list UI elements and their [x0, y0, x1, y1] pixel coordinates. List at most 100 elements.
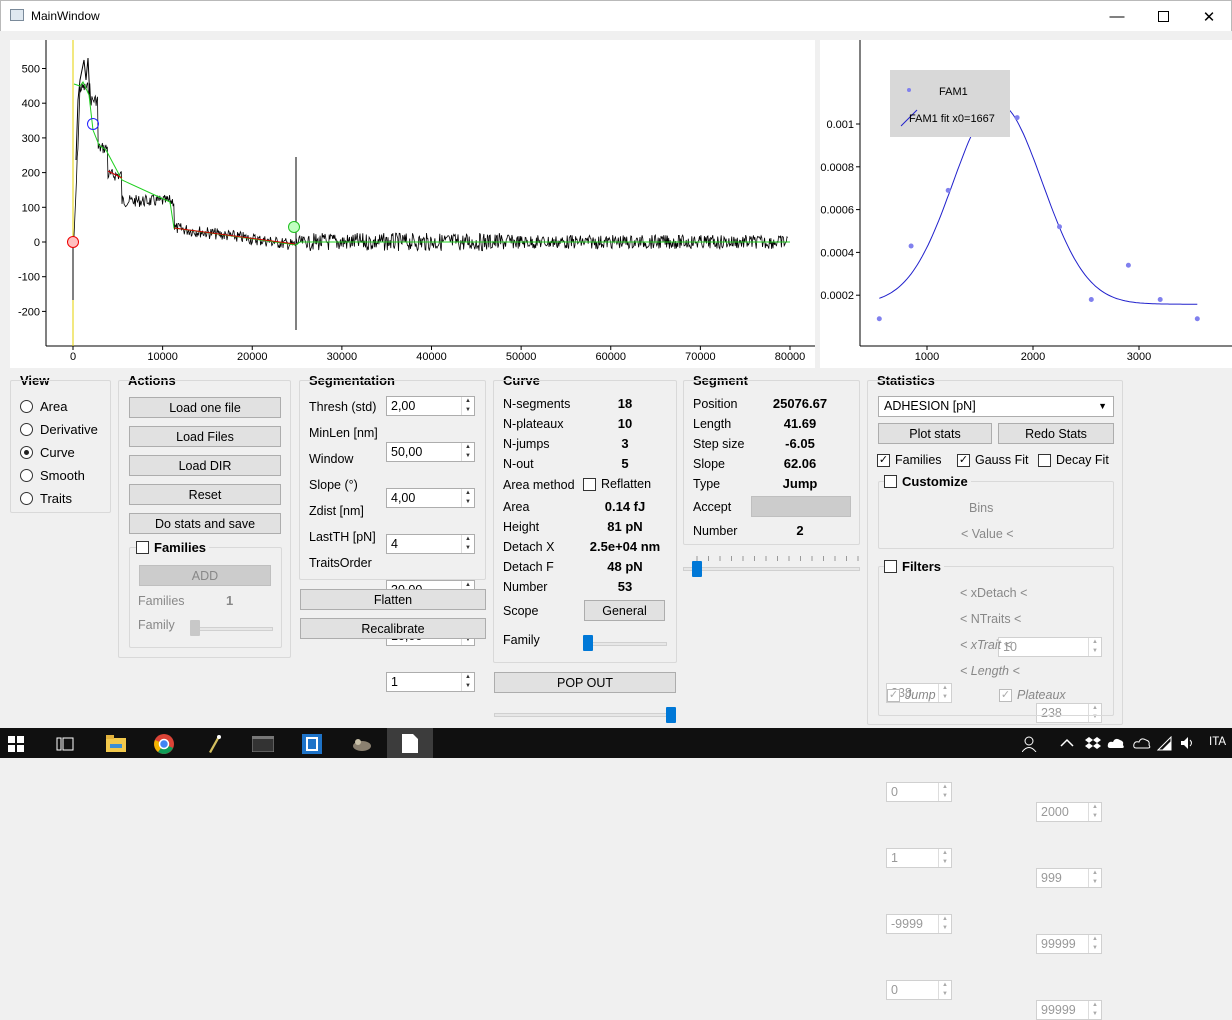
- radio-area[interactable]: [20, 399, 33, 413]
- filter-min-spinbox[interactable]: 1 ▲ ▼: [886, 848, 952, 868]
- radio-traits[interactable]: [20, 491, 33, 505]
- filters-checkbox[interactable]: [884, 560, 897, 573]
- radio-smooth[interactable]: [20, 468, 33, 482]
- force-curve-plot[interactable]: 500 400 300 200 100 0 -100 -200 0 10000 20000 3000…: [10, 40, 815, 368]
- spin-arrows-icon[interactable]: ▲▼: [938, 981, 951, 999]
- app-pen-icon[interactable]: [204, 734, 224, 754]
- seg-field-spinbox[interactable]: 4,00 ▲ ▼: [386, 488, 475, 508]
- load-files-button[interactable]: Load Files: [129, 426, 281, 447]
- redo-stats-button[interactable]: Redo Stats: [998, 423, 1114, 444]
- jump-filter-checkbox[interactable]: ✓: [887, 688, 900, 702]
- data-point[interactable]: [1194, 316, 1200, 322]
- filter-max-spinbox[interactable]: 99999 ▲ ▼: [1036, 934, 1102, 954]
- seg-field-spinbox[interactable]: 1 ▲ ▼: [386, 672, 475, 692]
- chevron-up-icon[interactable]: [1060, 738, 1074, 748]
- load-one-file-button[interactable]: Load one file: [129, 397, 281, 418]
- segment-slider-handle[interactable]: [692, 561, 702, 577]
- pop-out-button[interactable]: POP OUT: [494, 672, 676, 693]
- spin-arrows-icon[interactable]: ▲▼: [1088, 803, 1101, 821]
- family-slider-track[interactable]: [190, 627, 273, 631]
- add-family-button[interactable]: ADD: [139, 565, 271, 586]
- curve-family-slider-track[interactable]: [584, 642, 667, 646]
- spin-arrows-icon[interactable]: ▲▼: [1088, 869, 1101, 887]
- histogram-plot[interactable]: 0.001 0.0008 0.0006 0.0004 0.0002 1000 2000 30…: [820, 40, 1232, 368]
- accept-button[interactable]: [751, 496, 851, 517]
- close-button[interactable]: ✕: [1186, 1, 1232, 32]
- seg-field-spinbox[interactable]: 50,00 ▲ ▼: [386, 442, 475, 462]
- filter-max-spinbox[interactable]: 999 ▲ ▼: [1036, 868, 1102, 888]
- stats-families-checkbox[interactable]: ✓: [877, 453, 890, 467]
- scope-general-button[interactable]: General: [584, 600, 665, 621]
- gauss-fit-toggle[interactable]: ✓ Gauss Fit: [957, 453, 1029, 467]
- view-option-traits[interactable]: Traits: [20, 488, 98, 508]
- recalibrate-button[interactable]: Recalibrate: [300, 618, 486, 639]
- decay-fit-toggle[interactable]: Decay Fit: [1038, 453, 1109, 467]
- stats-quantity-combo[interactable]: ADHESION [pN] ▼: [878, 396, 1114, 417]
- task-view-icon[interactable]: [56, 736, 74, 752]
- families-checkbox[interactable]: [136, 541, 149, 554]
- spin-arrows-icon[interactable]: ▲▼: [461, 443, 474, 461]
- data-point[interactable]: [1057, 224, 1062, 230]
- view-option-curve[interactable]: Curve: [20, 442, 98, 462]
- windows-start-icon[interactable]: [8, 736, 24, 752]
- app-bracket-icon[interactable]: [302, 734, 322, 754]
- filter-min-spinbox[interactable]: -9999 ▲ ▼: [886, 914, 952, 934]
- reset-button[interactable]: Reset: [129, 484, 281, 505]
- filters-toggle[interactable]: Filters: [884, 559, 945, 574]
- stats-families-toggle[interactable]: ✓ Families: [877, 453, 942, 467]
- detach-marker[interactable]: [288, 221, 300, 233]
- filter-min-spinbox[interactable]: 0 ▲ ▼: [886, 782, 952, 802]
- seg-field-spinbox[interactable]: 4 ▲ ▼: [386, 534, 475, 554]
- file-explorer-icon[interactable]: [106, 735, 126, 752]
- customize-checkbox[interactable]: [884, 475, 897, 488]
- flatten-button[interactable]: Flatten: [300, 589, 486, 610]
- volume-icon[interactable]: [1180, 736, 1196, 750]
- view-option-derivative[interactable]: Derivative: [20, 419, 98, 439]
- gauss-fit-checkbox[interactable]: ✓: [957, 453, 970, 467]
- plot-stats-button[interactable]: Plot stats: [878, 423, 992, 444]
- language-indicator[interactable]: ITA: [1209, 736, 1226, 748]
- segment-slider-track[interactable]: [683, 567, 860, 571]
- chrome-icon[interactable]: [154, 734, 174, 754]
- cloud-sync-icon[interactable]: [1133, 736, 1151, 751]
- onedrive-icon[interactable]: [1107, 737, 1125, 749]
- popout-slider-handle[interactable]: [666, 707, 676, 723]
- spin-arrows-icon[interactable]: ▲▼: [461, 397, 474, 415]
- filter-max-spinbox[interactable]: 99999 ▲ ▼: [1036, 1000, 1102, 1020]
- data-point[interactable]: [1157, 296, 1163, 302]
- reflatten-checkbox[interactable]: [583, 477, 596, 491]
- data-point[interactable]: [908, 243, 914, 249]
- decay-fit-checkbox[interactable]: [1038, 453, 1051, 467]
- spin-arrows-icon[interactable]: ▲▼: [1088, 1001, 1101, 1019]
- data-point[interactable]: [876, 316, 882, 322]
- view-option-smooth[interactable]: Smooth: [20, 465, 98, 485]
- spin-arrows-icon[interactable]: ▲▼: [461, 673, 474, 691]
- data-point[interactable]: [945, 187, 951, 193]
- popout-slider-track[interactable]: [494, 713, 676, 717]
- minimize-button[interactable]: —: [1094, 1, 1140, 32]
- data-point[interactable]: [1088, 296, 1094, 302]
- spin-arrows-icon[interactable]: ▲▼: [1088, 935, 1101, 953]
- seg-field-spinbox[interactable]: 2,00 ▲ ▼: [386, 396, 475, 416]
- wifi-icon[interactable]: [1157, 736, 1173, 751]
- spin-arrows-icon[interactable]: ▲▼: [938, 915, 951, 933]
- terminal-icon[interactable]: [252, 736, 274, 752]
- gimp-icon[interactable]: [350, 736, 372, 752]
- maximize-button[interactable]: [1140, 1, 1186, 32]
- dropbox-icon[interactable]: [1085, 736, 1101, 751]
- curve-family-slider-handle[interactable]: [583, 635, 593, 651]
- radio-curve[interactable]: [20, 445, 33, 459]
- plateaux-filter-toggle[interactable]: ✓ Plateaux: [999, 688, 1066, 702]
- view-option-area[interactable]: Area: [20, 396, 98, 416]
- people-icon[interactable]: [1022, 736, 1040, 752]
- plateaux-filter-checkbox[interactable]: ✓: [999, 688, 1012, 702]
- spin-arrows-icon[interactable]: ▲▼: [461, 535, 474, 553]
- start-marker[interactable]: [67, 236, 79, 248]
- reflatten-toggle[interactable]: Reflatten: [583, 477, 651, 491]
- jump-filter-toggle[interactable]: ✓ Jump: [887, 688, 936, 702]
- filter-max-spinbox[interactable]: 2000 ▲ ▼: [1036, 802, 1102, 822]
- customize-toggle[interactable]: Customize: [884, 474, 971, 489]
- spin-arrows-icon[interactable]: ▲▼: [938, 849, 951, 867]
- spin-arrows-icon[interactable]: ▲▼: [461, 489, 474, 507]
- filter-min-spinbox[interactable]: 0 ▲ ▼: [886, 980, 952, 1000]
